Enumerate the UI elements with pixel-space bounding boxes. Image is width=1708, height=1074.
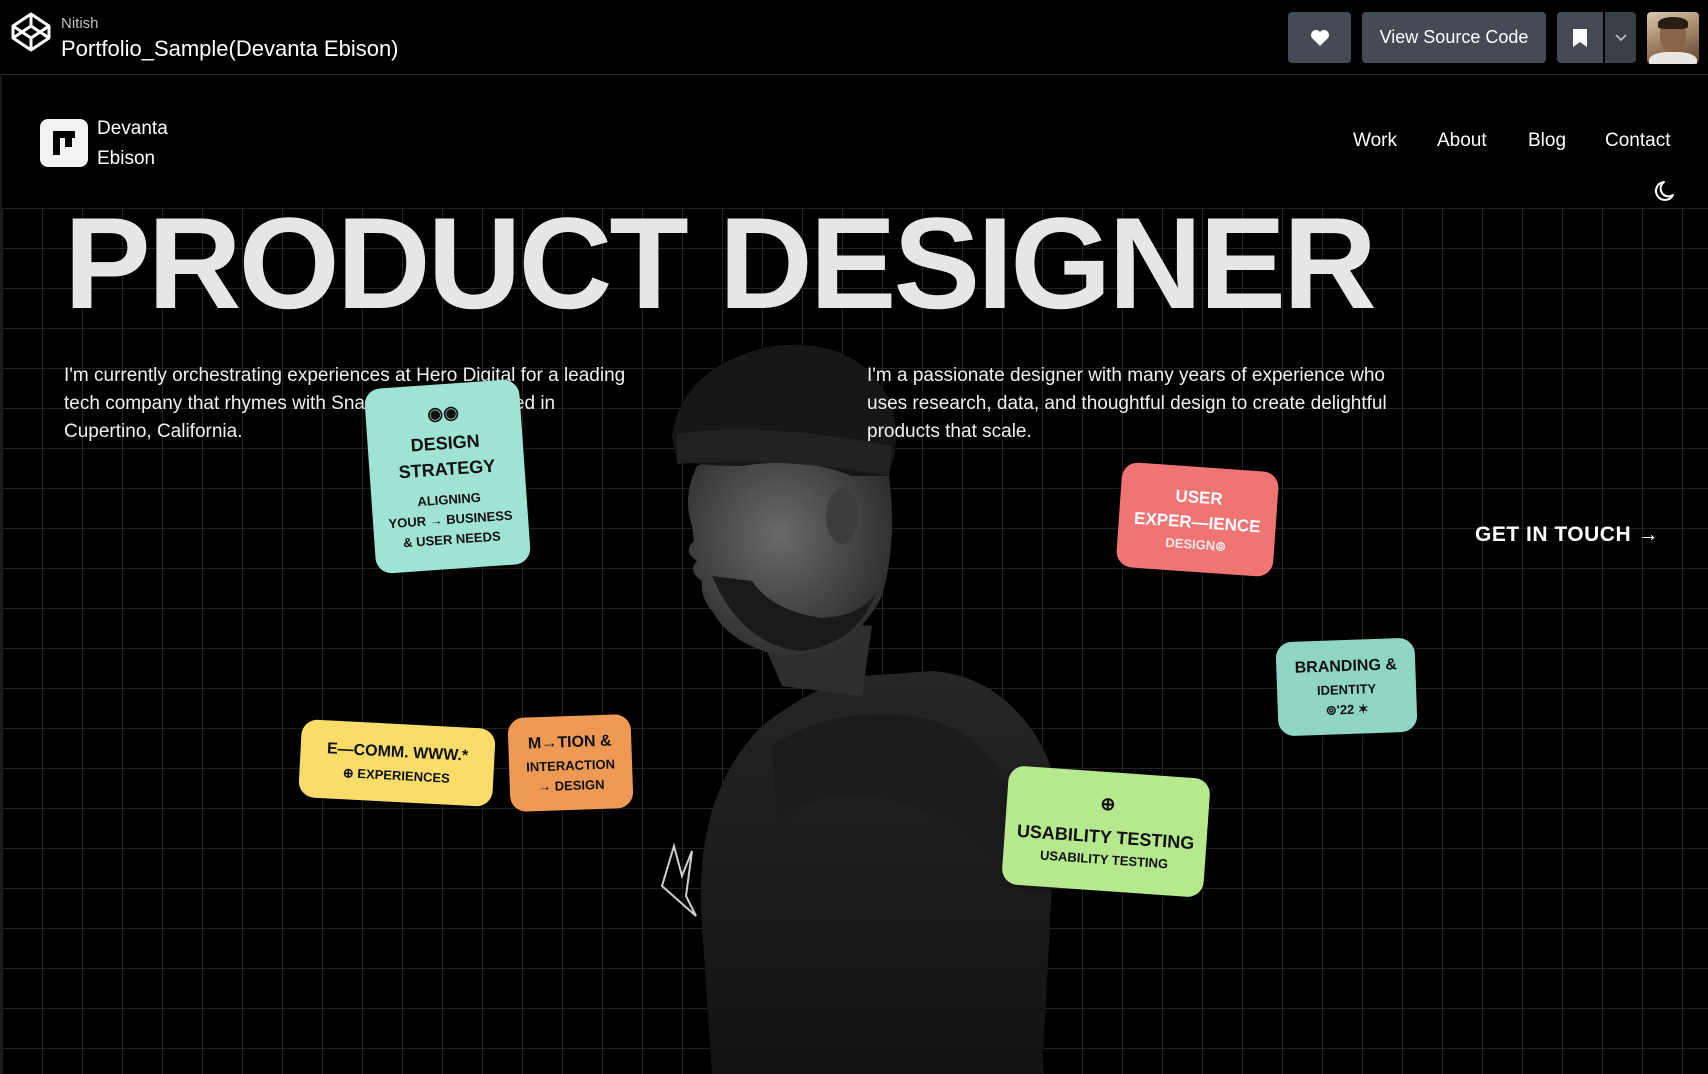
tag-user-experience[interactable]: USER EXPER—IENCE DESIGN⊚ [1115, 461, 1280, 578]
brand-first-name: Devanta [97, 118, 168, 139]
tag-subtitle: ⊚'22 ✶ [1325, 701, 1370, 718]
tag-subtitle: IDENTITY [1316, 680, 1377, 699]
hero-title: PRODUCT DESIGNER [64, 190, 1377, 336]
codepen-header: Nitish Portfolio_Sample(Devanta Ebison) … [0, 0, 1708, 75]
bookmark-icon [1573, 28, 1587, 47]
tag-branding-identity[interactable]: BRANDING & IDENTITY ⊚'22 ✶ [1275, 637, 1418, 737]
nav-contact[interactable]: Contact [1605, 130, 1670, 152]
site-brand-name[interactable]: Devanta Ebison [97, 114, 217, 174]
get-in-touch-link[interactable]: GET IN TOUCH → [1475, 523, 1659, 547]
bookmark-options-button[interactable] [1605, 12, 1636, 63]
pen-title: Portfolio_Sample(Devanta Ebison) [61, 36, 399, 61]
tag-motion-interaction[interactable]: M→TION & INTERACTION → DESIGN [507, 713, 634, 813]
view-source-button[interactable]: View Source Code [1362, 12, 1546, 63]
tag-subtitle: DESIGN⊚ [1164, 534, 1227, 554]
tag-subtitle: ⊕ EXPERIENCES [342, 765, 451, 786]
codepen-logo-icon[interactable] [10, 11, 52, 53]
tag-usability-testing[interactable]: ⊕ USABILITY TESTING USABILITY TESTING [1001, 765, 1211, 898]
brand-last-name: Ebison [97, 148, 156, 169]
tag-subtitle: → DESIGN [537, 776, 605, 795]
tag-ecommerce[interactable]: E—COMM. WWW.* ⊕ EXPERIENCES [298, 718, 496, 808]
user-avatar[interactable] [1647, 12, 1699, 64]
tag-design-strategy[interactable]: ◉◉ DESIGN STRATEGY ALIGNING YOUR → BUSIN… [363, 378, 532, 575]
chevron-down-icon [1614, 33, 1627, 41]
like-button[interactable] [1288, 12, 1351, 63]
tag-title: M→TION & [527, 732, 612, 753]
crosshair-icon: ⊕ [1099, 793, 1117, 815]
tag-title: BRANDING & [1294, 656, 1398, 677]
nav-blog[interactable]: Blog [1528, 130, 1566, 152]
heart-icon [1310, 29, 1329, 46]
pen-preview: Devanta Ebison Work About Blog Contact P… [0, 76, 1708, 1074]
nav-work[interactable]: Work [1353, 130, 1397, 152]
intro-left-text: I'm currently orchestrating experiences … [64, 365, 626, 442]
moon-icon[interactable] [1653, 178, 1679, 204]
pen-author[interactable]: Nitish [61, 15, 99, 32]
site-logo-icon[interactable] [40, 119, 88, 167]
bookmark-button[interactable] [1557, 12, 1603, 63]
nav-about[interactable]: About [1437, 130, 1487, 152]
tag-title: USER [1174, 485, 1224, 509]
tag-title: STRATEGY [398, 455, 496, 482]
eyes-icon: ◉◉ [426, 401, 460, 424]
intro-right-text: I'm a passionate designer with many year… [867, 365, 1387, 442]
